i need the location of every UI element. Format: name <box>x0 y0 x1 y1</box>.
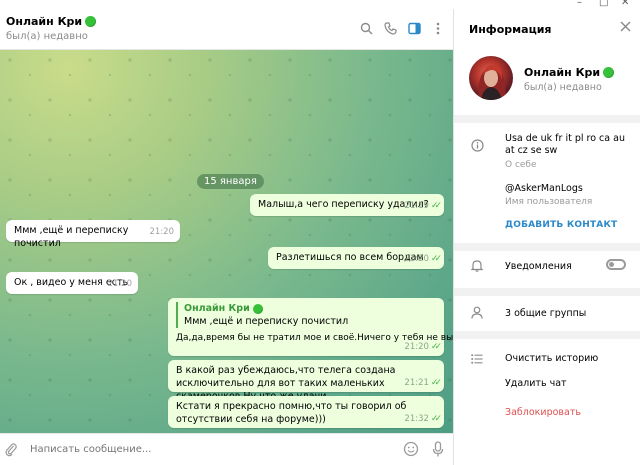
chat-header[interactable]: Онлайн Кри был(а) недавно <box>0 9 453 50</box>
message-bubble[interactable]: В какой раз убеждаюсь,что телега создана… <box>168 360 444 402</box>
window-titlebar: – □ ✕ <box>0 0 640 9</box>
reply-author-name: Онлайн Кри <box>184 303 250 314</box>
double-check-icon: ✓✓ <box>430 378 442 388</box>
info-header: Информация <box>454 9 640 49</box>
profile-name-text: Онлайн Кри <box>524 66 601 79</box>
chat-title[interactable]: Онлайн Кри <box>6 15 97 28</box>
message-bubble[interactable]: Кстати я прекрасно помню,что ты говорил … <box>168 396 444 428</box>
chat-status: был(а) недавно <box>6 31 88 42</box>
more-vertical-icon[interactable] <box>431 21 445 35</box>
message-bubble[interactable]: Малыш,а чего переписку удалил? 21:19 ✓✓ <box>250 194 444 216</box>
double-check-icon: ✓✓ <box>430 254 442 264</box>
delete-chat-item[interactable]: Удалить чат <box>505 378 567 389</box>
username-text[interactable]: @AskerManLogs <box>505 183 583 194</box>
message-bubble-reply[interactable]: Онлайн Кри Ммм ,ещё и переписку почистил… <box>168 298 453 356</box>
green-circle-emoji <box>85 16 97 27</box>
message-time: 21:20 <box>404 254 429 264</box>
message-input[interactable] <box>30 444 390 455</box>
header-actions <box>359 21 445 35</box>
info-circle-icon <box>471 139 484 155</box>
message-bubble[interactable]: Разлетишься по всем бордам 21:20 ✓✓ <box>268 247 444 269</box>
paperclip-icon[interactable] <box>5 442 17 460</box>
message-text: Кстати я прекрасно помню,что ты говорил … <box>176 401 407 425</box>
message-bubble[interactable]: Ммм ,ещё и переписку почистил 21:20 <box>6 220 180 249</box>
add-contact-button[interactable]: ДОБАВИТЬ КОНТАКТ <box>505 220 617 230</box>
bell-icon <box>470 259 484 275</box>
list-icon <box>471 353 483 367</box>
maximize-button[interactable]: □ <box>599 0 608 8</box>
double-check-icon: ✓✓ <box>430 414 442 424</box>
reply-quote[interactable]: Онлайн Кри Ммм ,ещё и переписку почистил <box>176 302 436 328</box>
message-meta: 21:19 ✓✓ <box>404 200 442 213</box>
section-divider <box>454 243 640 251</box>
microphone-icon[interactable] <box>432 441 444 461</box>
sidebar-toggle-icon[interactable] <box>407 21 421 35</box>
message-meta: 21:20 <box>108 278 133 291</box>
message-time: 21:32 <box>404 414 429 424</box>
green-circle-emoji <box>603 67 615 78</box>
notifications-toggle[interactable] <box>606 259 626 270</box>
common-groups-item[interactable]: 3 общие группы <box>505 308 586 319</box>
minimize-button[interactable]: – <box>577 0 582 8</box>
message-meta: 21:21 ✓✓ <box>404 377 442 390</box>
message-meta: 21:32 ✓✓ <box>404 413 442 426</box>
message-time: 21:20 <box>149 227 175 237</box>
avatar[interactable] <box>469 56 513 100</box>
bio-label: О себе <box>505 160 537 170</box>
date-separator: 15 января <box>197 174 264 189</box>
section-divider <box>454 115 640 123</box>
user-icon <box>471 306 483 322</box>
message-time: 21:21 <box>404 378 429 388</box>
emoji-icon[interactable] <box>403 441 419 460</box>
double-check-icon: ✓✓ <box>430 201 442 211</box>
reply-text: Ммм ,ещё и переписку почистил <box>184 316 349 327</box>
message-meta: 21:20 <box>150 226 175 239</box>
info-title: Информация <box>469 23 552 36</box>
reply-author: Онлайн Кри <box>184 302 436 315</box>
double-check-icon: ✓✓ <box>430 342 442 352</box>
message-time: 21:20 <box>404 342 429 352</box>
chat-messages-area[interactable]: 15 января Малыш,а чего переписку удалил?… <box>0 50 453 433</box>
search-icon[interactable] <box>359 21 373 35</box>
message-text: Разлетишься по всем бордам <box>276 252 424 263</box>
info-panel: Информация Онлайн Кри был(а) недавно Usa… <box>453 9 640 465</box>
message-meta: 21:20 ✓✓ <box>404 341 442 354</box>
section-divider <box>454 288 640 296</box>
chat-title-text: Онлайн Кри <box>6 15 83 28</box>
notifications-label: Уведомления <box>505 261 572 272</box>
section-divider <box>454 331 640 339</box>
message-text: Малыш,а чего переписку удалил? <box>258 199 429 210</box>
block-user-item[interactable]: Заблокировать <box>505 407 581 418</box>
phone-icon[interactable] <box>383 21 397 35</box>
profile-status: был(а) недавно <box>524 82 602 93</box>
message-bubble[interactable]: Ок , видео у меня есть 21:20 <box>6 272 138 294</box>
bio-text[interactable]: Usa de uk fr it pl ro ca au at cz se sw <box>505 133 630 157</box>
message-meta: 21:20 ✓✓ <box>404 253 442 266</box>
username-label: Имя пользователя <box>505 197 593 207</box>
close-icon[interactable] <box>620 21 631 35</box>
green-circle-emoji <box>252 303 263 314</box>
message-text: Да,да,время бы не тратил мое и своё.Ниче… <box>176 333 453 343</box>
profile-name: Онлайн Кри <box>524 66 615 79</box>
message-composer <box>0 433 453 465</box>
message-time: 21:20 <box>107 279 133 289</box>
clear-history-item[interactable]: Очистить историю <box>505 353 598 364</box>
window-close-button[interactable]: ✕ <box>621 0 629 8</box>
message-time: 21:19 <box>404 201 429 211</box>
